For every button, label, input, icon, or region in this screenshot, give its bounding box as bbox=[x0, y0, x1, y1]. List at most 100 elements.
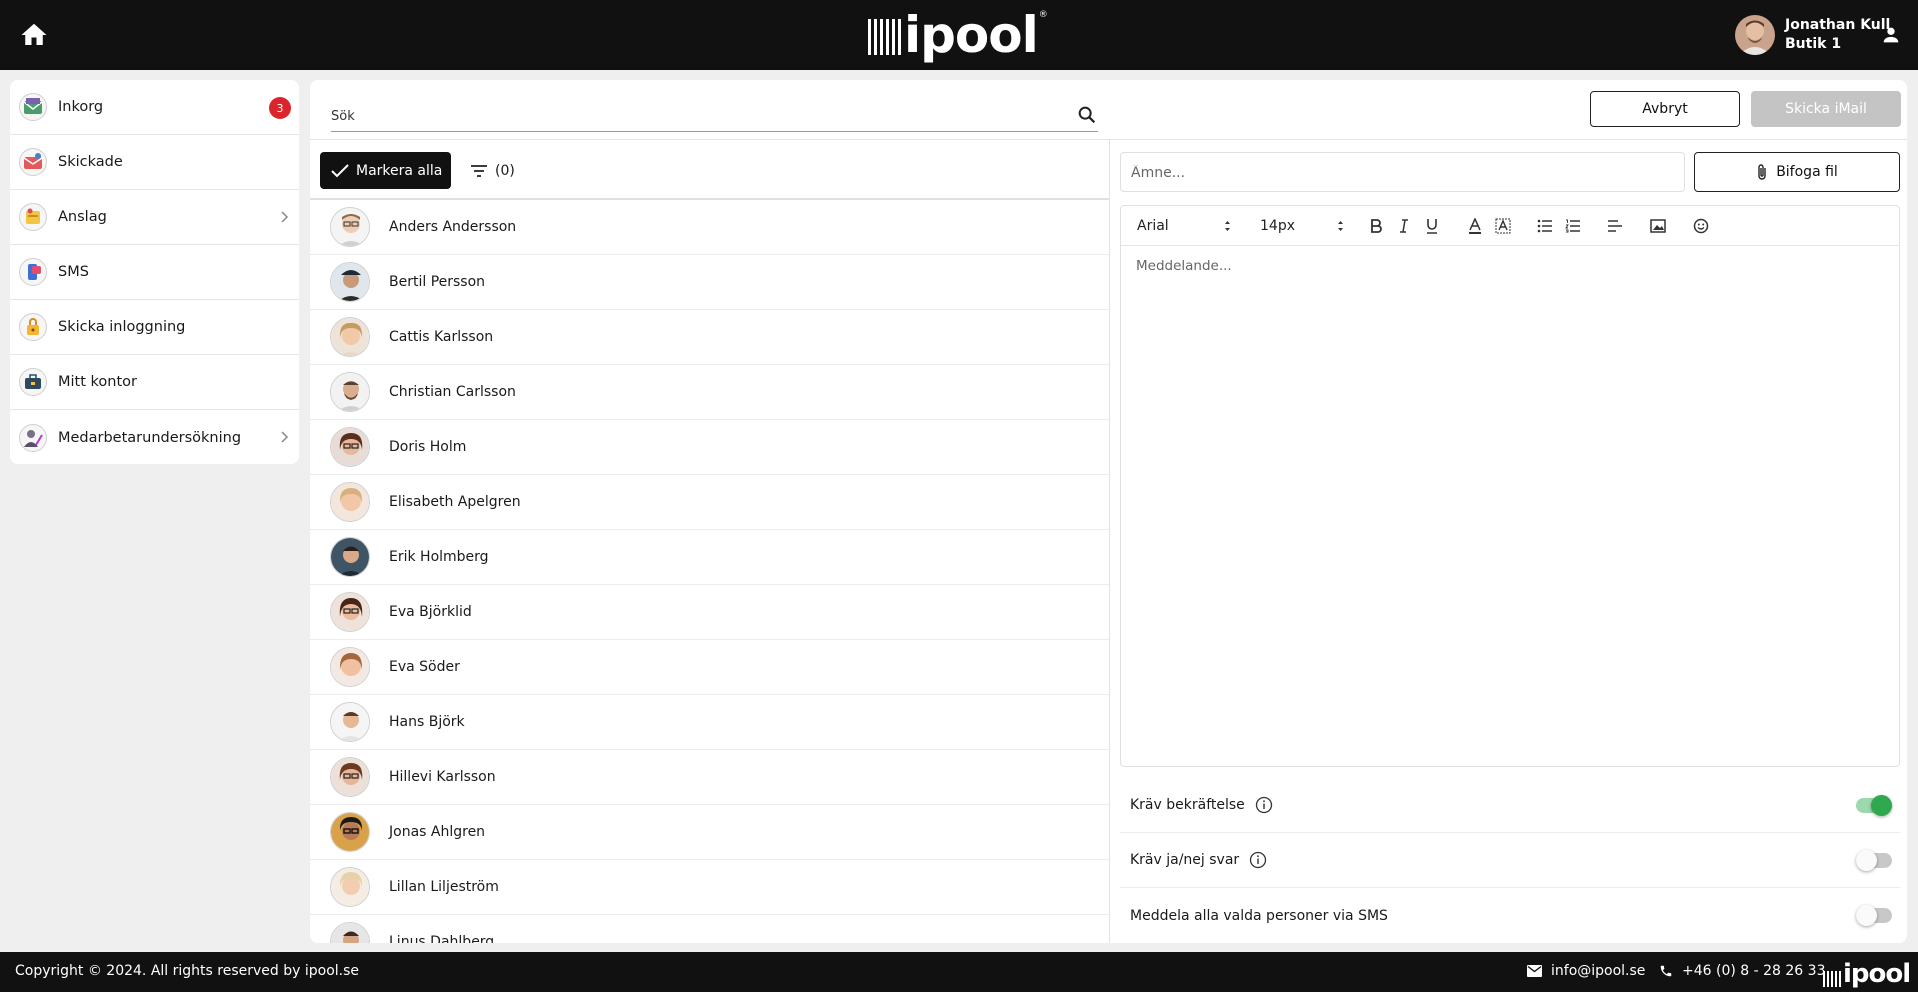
list-item[interactable]: Jonas Ahlgren bbox=[310, 805, 1109, 860]
avatar bbox=[330, 757, 370, 797]
avatar bbox=[330, 922, 370, 943]
avatar bbox=[330, 262, 370, 302]
account-icon[interactable] bbox=[1880, 24, 1902, 46]
info-icon[interactable] bbox=[1255, 796, 1273, 814]
underline-icon[interactable] bbox=[1422, 216, 1442, 236]
chevron-right-icon bbox=[281, 431, 289, 443]
person-name: Doris Holm bbox=[389, 439, 467, 455]
subject-input[interactable] bbox=[1131, 161, 1671, 185]
people-list: Anders Andersson Bertil Persson Cattis K… bbox=[310, 200, 1109, 943]
avatar bbox=[330, 537, 370, 577]
logo-bars bbox=[868, 15, 901, 55]
sidebar-item-label: Medarbetarundersökning bbox=[58, 429, 242, 446]
logo-text: ipool bbox=[904, 6, 1039, 64]
attach-file-button[interactable]: Bifoga fil bbox=[1694, 152, 1900, 192]
sidebar-item-skickade[interactable]: Skickade bbox=[10, 135, 299, 190]
highlight-icon[interactable] bbox=[1493, 216, 1513, 236]
option-label: Meddela alla valda personer via SMS bbox=[1130, 907, 1388, 924]
require-confirmation-toggle[interactable] bbox=[1856, 795, 1892, 816]
list-item[interactable]: Doris Holm bbox=[310, 420, 1109, 475]
list-item[interactable]: Lillan Liljeström bbox=[310, 860, 1109, 915]
list-item[interactable]: Elisabeth Apelgren bbox=[310, 475, 1109, 530]
list-item[interactable]: Hillevi Karlsson bbox=[310, 750, 1109, 805]
font-size-select[interactable]: 14px bbox=[1260, 215, 1344, 237]
list-item[interactable]: Eva Björklid bbox=[310, 585, 1109, 640]
text-color-icon[interactable] bbox=[1465, 216, 1485, 236]
search-icon[interactable] bbox=[1076, 104, 1098, 126]
avatar bbox=[330, 427, 370, 467]
font-family-select[interactable]: Arial bbox=[1137, 215, 1231, 237]
person-name: Bertil Persson bbox=[389, 274, 486, 290]
ipool-logo[interactable]: ipool ® bbox=[868, 6, 1048, 64]
bold-icon[interactable] bbox=[1366, 216, 1386, 236]
logo-bars bbox=[1823, 967, 1841, 987]
check-icon bbox=[331, 163, 349, 177]
person-name: Hillevi Karlsson bbox=[389, 769, 496, 785]
login-lock-icon bbox=[19, 313, 47, 341]
avatar bbox=[330, 592, 370, 632]
list-item[interactable]: Hans Björk bbox=[310, 695, 1109, 750]
list-item[interactable]: Cattis Karlsson bbox=[310, 310, 1109, 365]
office-icon bbox=[19, 368, 47, 396]
editor-toolbar: Arial 14px bbox=[1121, 206, 1899, 246]
filter-button[interactable]: (0) bbox=[470, 158, 515, 184]
require-yes-no-toggle[interactable] bbox=[1856, 850, 1892, 871]
info-icon[interactable] bbox=[1249, 851, 1267, 869]
search-input[interactable] bbox=[331, 104, 1051, 128]
list-item[interactable]: Christian Carlsson bbox=[310, 365, 1109, 420]
align-left-icon[interactable] bbox=[1605, 216, 1625, 236]
toggle-knob bbox=[1856, 905, 1877, 926]
sms-icon bbox=[19, 258, 47, 286]
person-name: Christian Carlsson bbox=[389, 384, 516, 400]
list-item[interactable]: Anders Andersson bbox=[310, 200, 1109, 255]
person-name: Eva Söder bbox=[389, 659, 460, 675]
phone-icon bbox=[1660, 965, 1672, 977]
list-item[interactable]: Linus Dahlberg bbox=[310, 915, 1109, 943]
option-label: Kräv bekräftelse bbox=[1130, 797, 1245, 813]
person-name: Eva Björklid bbox=[389, 604, 472, 620]
option-require-yes-no: Kräv ja/nej svar bbox=[1120, 833, 1900, 888]
home-icon[interactable] bbox=[18, 20, 50, 50]
sidebar-item-anslag[interactable]: Anslag bbox=[10, 190, 299, 245]
send-imail-button[interactable]: Skicka iMail bbox=[1751, 91, 1901, 127]
user-profile[interactable]: Jonathan Kull Butik 1 bbox=[1735, 14, 1890, 56]
option-notify-sms: Meddela alla valda personer via SMS bbox=[1120, 888, 1900, 943]
italic-icon[interactable] bbox=[1394, 216, 1414, 236]
footer-email-link[interactable]: info@ipool.se bbox=[1527, 963, 1645, 979]
cancel-button[interactable]: Avbryt bbox=[1590, 91, 1740, 127]
sidebar: Inkorg 3 Skickade Anslag SMS Skicka inlo… bbox=[10, 80, 299, 464]
footer-phone-link[interactable]: +46 (0) 8 - 28 26 33 bbox=[1659, 963, 1825, 979]
avatar bbox=[330, 372, 370, 412]
numbered-list-icon[interactable] bbox=[1563, 216, 1583, 236]
message-body[interactable]: Meddelande... bbox=[1136, 258, 1876, 278]
chevron-right-icon bbox=[281, 211, 289, 223]
option-require-confirmation: Kräv bekräftelse bbox=[1120, 778, 1900, 833]
filter-icon bbox=[471, 165, 487, 177]
emoji-icon[interactable] bbox=[1691, 216, 1711, 236]
person-name: Erik Holmberg bbox=[389, 549, 489, 565]
sidebar-item-medarbetarundersokning[interactable]: Medarbetarundersökning bbox=[10, 410, 299, 464]
filter-count: (0) bbox=[495, 163, 515, 179]
insert-image-icon[interactable] bbox=[1648, 216, 1668, 236]
mark-all-button[interactable]: Markera alla bbox=[320, 152, 451, 189]
sidebar-item-mitt-kontor[interactable]: Mitt kontor bbox=[10, 355, 299, 410]
notify-sms-toggle[interactable] bbox=[1856, 905, 1892, 926]
list-item[interactable]: Eva Söder bbox=[310, 640, 1109, 695]
user-store: Butik 1 bbox=[1785, 36, 1842, 52]
sidebar-item-skicka-inloggning[interactable]: Skicka inloggning bbox=[10, 300, 299, 355]
person-name: Cattis Karlsson bbox=[389, 329, 494, 345]
notice-board-icon bbox=[19, 203, 47, 231]
sidebar-item-inkorg[interactable]: Inkorg 3 bbox=[10, 80, 299, 135]
avatar bbox=[330, 647, 370, 687]
user-info: Jonathan Kull Butik 1 bbox=[1785, 16, 1890, 54]
attach-file-label: Bifoga fil bbox=[1776, 164, 1838, 180]
mail-icon bbox=[1527, 965, 1542, 977]
list-item[interactable]: Bertil Persson bbox=[310, 255, 1109, 310]
survey-icon bbox=[19, 423, 47, 452]
list-item[interactable]: Erik Holmberg bbox=[310, 530, 1109, 585]
sidebar-item-sms[interactable]: SMS bbox=[10, 245, 299, 300]
bullet-list-icon[interactable] bbox=[1535, 216, 1555, 236]
toggle-knob bbox=[1871, 795, 1892, 816]
toggle-knob bbox=[1856, 850, 1877, 871]
avatar bbox=[330, 207, 370, 247]
